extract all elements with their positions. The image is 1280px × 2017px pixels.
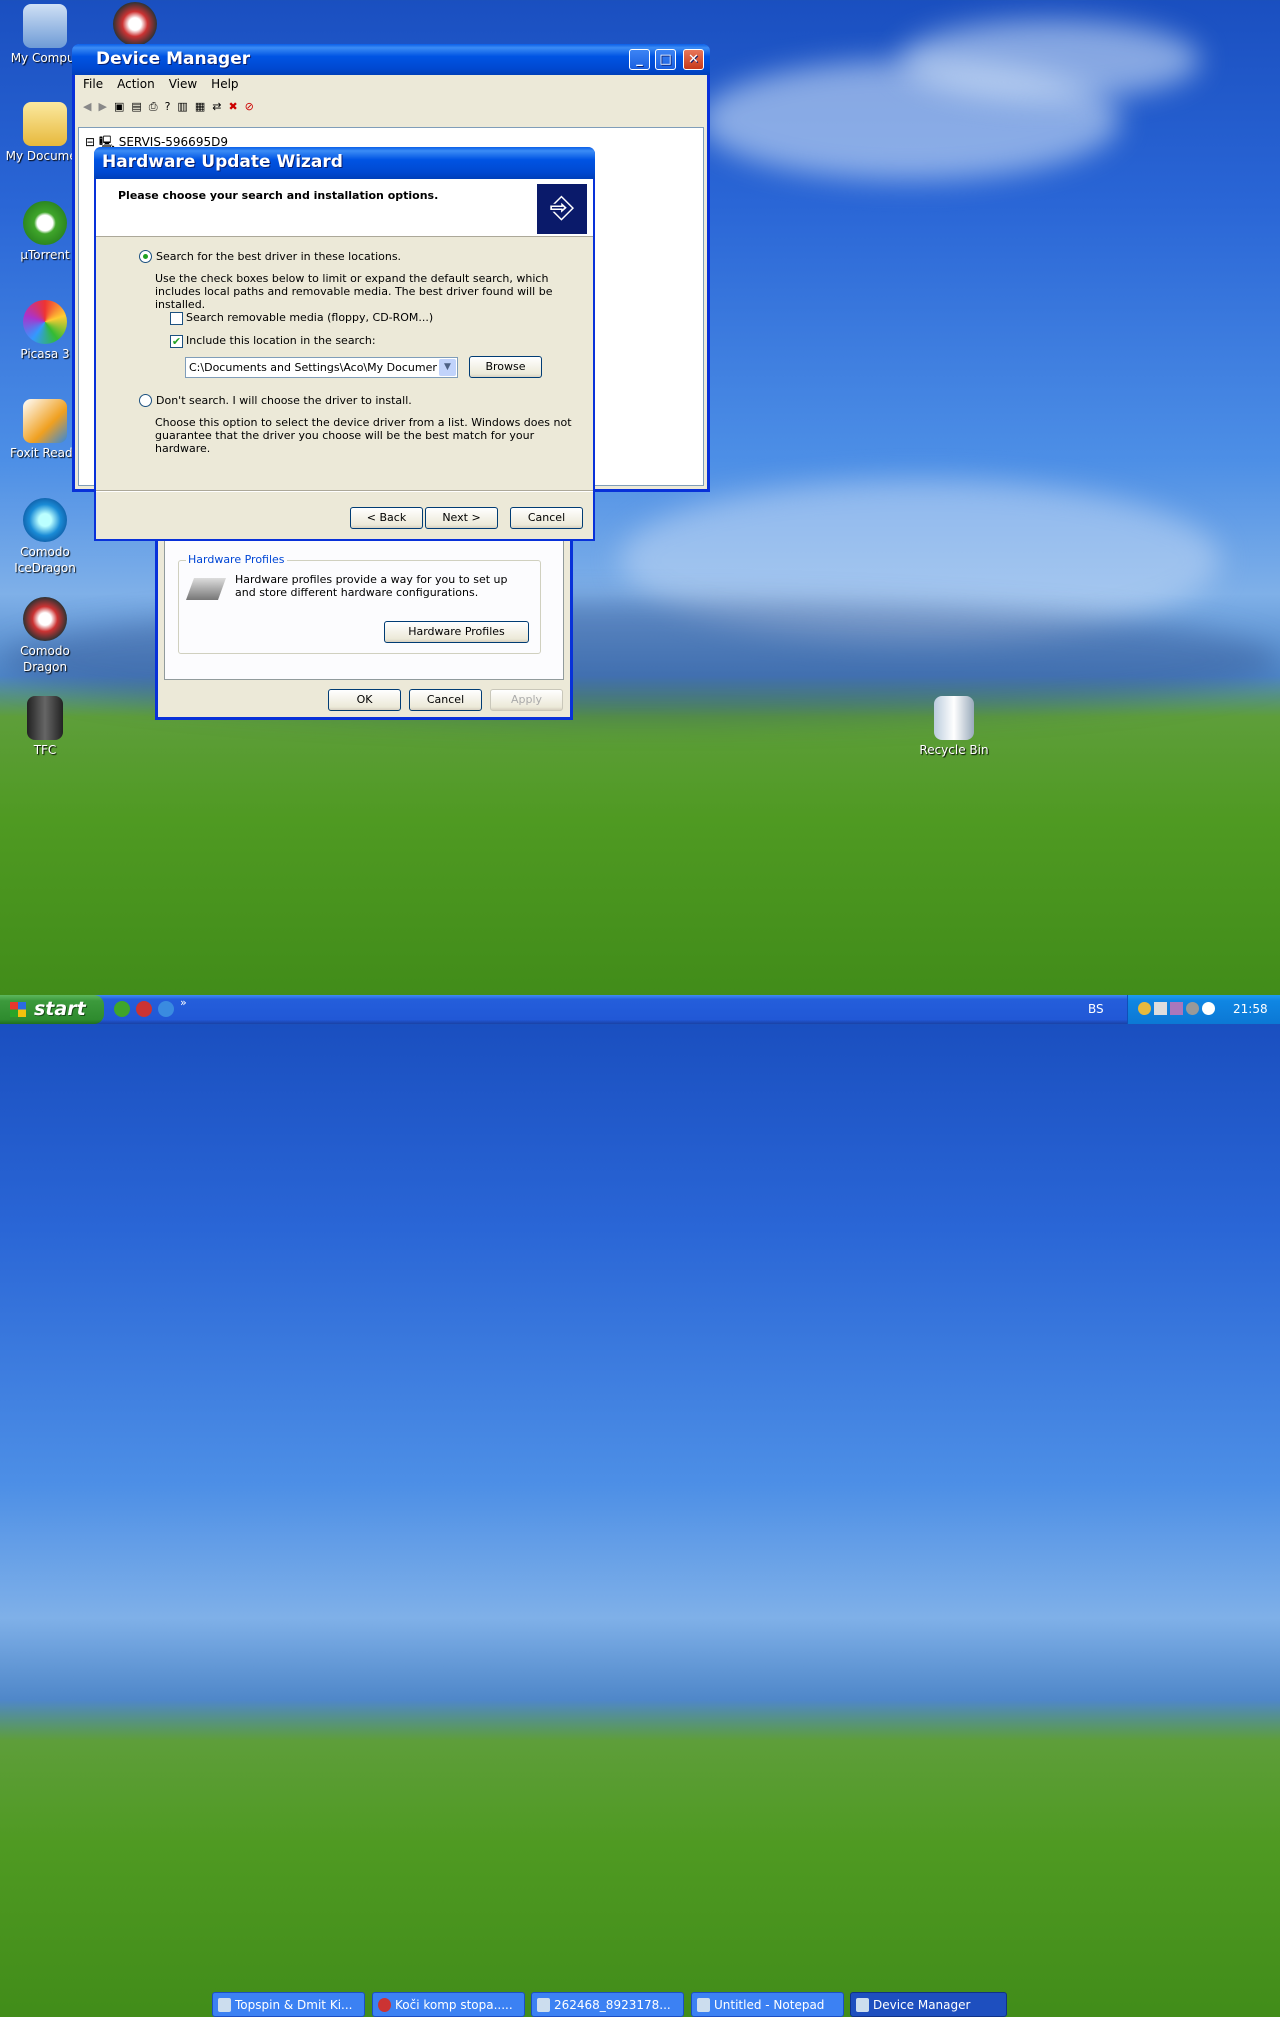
- radio-dont-search[interactable]: [139, 394, 152, 407]
- utorrent-icon: [23, 201, 67, 245]
- radio-search[interactable]: [139, 250, 152, 263]
- next-button[interactable]: Next >: [425, 507, 498, 529]
- desktop-icon-comodo-icedragon[interactable]: Comodo IceDragon: [0, 498, 90, 576]
- recycle-bin-icon: [934, 696, 974, 740]
- task-topspin[interactable]: Topspin & Dmit Ki...: [212, 1992, 365, 2017]
- window-title: Device Manager: [96, 49, 251, 69]
- checkbox-removable-label[interactable]: Search removable media (floppy, CD-ROM..…: [186, 311, 433, 324]
- tray-icon-panda[interactable]: [1202, 1002, 1215, 1015]
- path-combobox[interactable]: C:\Documents and Settings\Aco\My Documen…: [185, 357, 458, 378]
- ok-button[interactable]: OK: [328, 689, 401, 711]
- icedragon-icon: [23, 498, 67, 542]
- task-image[interactable]: 262468_8923178...: [531, 1992, 684, 2017]
- wizard-titlebar[interactable]: Hardware Update Wizard: [94, 147, 595, 179]
- divider: [96, 490, 593, 492]
- path-input[interactable]: C:\Documents and Settings\Aco\My Documen…: [189, 361, 437, 374]
- task-notepad[interactable]: Untitled - Notepad: [691, 1992, 844, 2017]
- comodo-dragon-top-icon[interactable]: [113, 2, 157, 46]
- system-tray: 21:58: [1127, 995, 1280, 1024]
- system-properties-dialog: Hardware Profiles Hardware profiles prov…: [155, 540, 573, 720]
- back-arrow-icon[interactable]: ◀: [83, 100, 91, 114]
- foxit-icon: [23, 399, 67, 443]
- language-indicator[interactable]: BS: [1088, 1002, 1104, 1016]
- option-search-description: Use the check boxes below to limit or ex…: [155, 272, 553, 311]
- toolbar: ◀ ▶ ▣ ▤ ⎙? ▥ ▦ ⇄ ✖ ⊘: [83, 100, 254, 114]
- clock[interactable]: 21:58: [1233, 1002, 1268, 1016]
- windows-logo-icon: [10, 1002, 26, 1017]
- minimize-button[interactable]: _: [629, 49, 650, 70]
- close-button[interactable]: ✕: [683, 49, 704, 70]
- forward-arrow-icon[interactable]: ▶: [98, 100, 106, 114]
- dragon-browser-icon: [378, 1998, 391, 2012]
- task-device-manager[interactable]: Device Manager: [850, 1992, 1007, 2017]
- tray-icon-speaker[interactable]: [1154, 1002, 1167, 1015]
- show-hide-icon[interactable]: ▥: [177, 100, 187, 114]
- wizard-header-text: Please choose your search and installati…: [118, 189, 439, 202]
- menu-help[interactable]: Help: [211, 77, 238, 91]
- option-search-label[interactable]: Search for the best driver in these loca…: [156, 250, 401, 263]
- help-icon[interactable]: ?: [165, 100, 171, 114]
- properties-icon[interactable]: ▤: [131, 100, 141, 114]
- uninstall-icon[interactable]: ✖: [228, 100, 237, 114]
- console-icon[interactable]: ▣: [114, 100, 124, 114]
- maximize-button[interactable]: □: [655, 49, 676, 70]
- cancel-button[interactable]: Cancel: [409, 689, 482, 711]
- computer-icon: [23, 4, 67, 48]
- notepad-icon: [697, 1998, 710, 2012]
- desktop-icon-recycle-bin[interactable]: Recycle Bin: [909, 696, 999, 758]
- scan-icon[interactable]: ▦: [195, 100, 205, 114]
- cancel-button[interactable]: Cancel: [510, 507, 583, 529]
- disable-icon[interactable]: ⊘: [245, 100, 254, 114]
- hardware-update-wizard: Hardware Update Wizard Please choose you…: [94, 147, 595, 541]
- checkbox-removable-media[interactable]: [170, 312, 183, 325]
- menu-file[interactable]: File: [83, 77, 103, 91]
- comodo-dragon-icon[interactable]: [136, 1001, 152, 1017]
- document-icon: [537, 1998, 550, 2012]
- group-title: Hardware Profiles: [186, 553, 287, 566]
- trash-can-icon: [27, 696, 63, 740]
- music-icon: [218, 1998, 231, 2012]
- checkbox-include-location[interactable]: ✔: [170, 335, 183, 348]
- browse-button[interactable]: Browse: [469, 356, 542, 378]
- menu-bar: File Action View Help: [83, 77, 239, 91]
- dragon-icon: [23, 597, 67, 641]
- desktop-icon-tfc[interactable]: TFC: [0, 696, 90, 758]
- task-koci[interactable]: Koči komp stopa.....: [372, 1992, 525, 2017]
- chevron-down-icon[interactable]: ▼: [439, 359, 456, 376]
- internet-explorer-icon[interactable]: [158, 1001, 174, 1017]
- picasa-icon: [23, 300, 67, 344]
- option-dont-search-label[interactable]: Don't search. I will choose the driver t…: [156, 394, 412, 407]
- tray-icon-4[interactable]: [1186, 1002, 1199, 1015]
- desktop-icon-comodo-dragon[interactable]: Comodo Dragon: [0, 597, 90, 675]
- hardware-wizard-icon: ⎆: [537, 184, 587, 234]
- tray-icon-1[interactable]: [1138, 1002, 1151, 1015]
- wizard-title: Hardware Update Wizard: [102, 152, 343, 172]
- device-manager-icon: [856, 1998, 869, 2012]
- start-button[interactable]: start: [0, 995, 104, 1024]
- device-manager-titlebar[interactable]: Device Manager _ □ ✕: [72, 44, 710, 75]
- menu-action[interactable]: Action: [117, 77, 155, 91]
- group-description: Hardware profiles provide a way for you …: [235, 573, 508, 599]
- print-icon[interactable]: ⎙: [149, 100, 158, 114]
- checkbox-include-label[interactable]: Include this location in the search:: [186, 334, 376, 347]
- hardware-profiles-button[interactable]: Hardware Profiles: [384, 621, 529, 643]
- taskbar: start » Topspin & Dmit Ki... Koči komp s…: [0, 995, 1280, 2017]
- folder-icon: [23, 102, 67, 146]
- back-button[interactable]: < Back: [350, 507, 423, 529]
- wizard-header: Please choose your search and installati…: [96, 179, 593, 237]
- menu-view[interactable]: View: [169, 77, 197, 91]
- utorrent-icon[interactable]: [114, 1001, 130, 1017]
- quick-launch: »: [114, 996, 187, 1017]
- quick-launch-chevron[interactable]: »: [180, 996, 187, 1017]
- update-driver-icon[interactable]: ⇄: [212, 100, 221, 114]
- tray-icon-3[interactable]: [1170, 1002, 1183, 1015]
- option-dont-search-description: Choose this option to select the device …: [155, 416, 572, 455]
- apply-button[interactable]: Apply: [490, 689, 563, 711]
